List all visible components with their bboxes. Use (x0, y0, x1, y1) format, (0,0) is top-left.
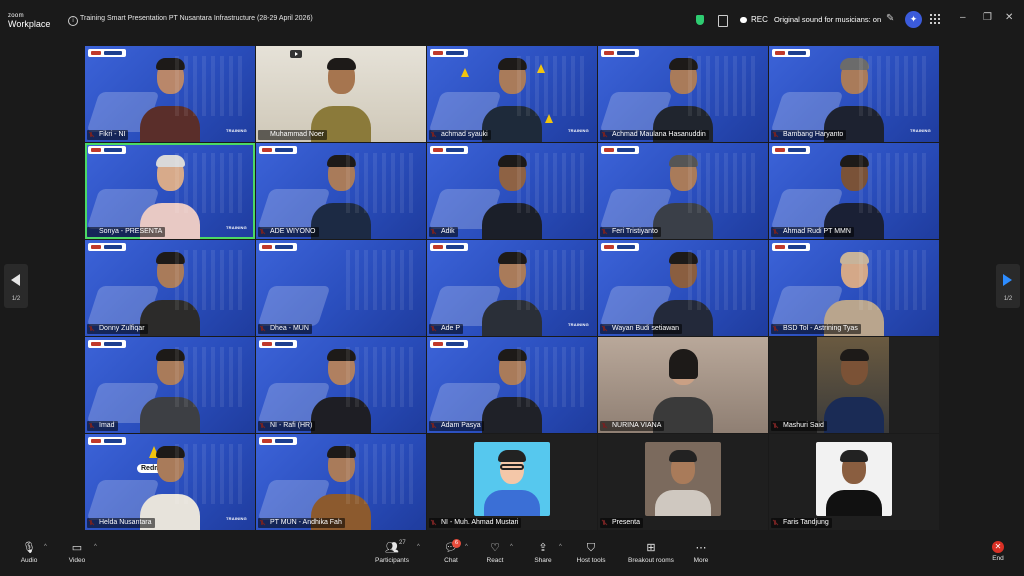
restore-icon[interactable]: ❐ (983, 12, 992, 23)
logo-workplace-text: Workplace (8, 19, 51, 29)
participant-video (140, 151, 200, 239)
ai-companion-icon[interactable]: ✦ (905, 11, 922, 28)
edit-pencil-icon[interactable]: ✎ (886, 13, 894, 24)
nusantara-badge (88, 49, 126, 57)
minimize-icon[interactable]: – (960, 12, 966, 23)
chevron-left-icon (11, 274, 20, 286)
nusantara-badge (601, 49, 639, 57)
cloud-recording-icon (740, 17, 747, 23)
video-label: Video (68, 557, 86, 564)
audio-button[interactable]: 🎙︎ Audio (16, 541, 42, 564)
party-hat-icon (537, 64, 545, 73)
page-indicator-left: 1/2 (11, 296, 21, 302)
security-shield-icon[interactable] (696, 15, 704, 25)
nusantara-badge (88, 437, 126, 445)
close-icon[interactable]: ✕ (1005, 12, 1013, 23)
camera-icon: ▭ (71, 542, 83, 554)
audio-label: Audio (20, 557, 38, 564)
meeting-info-icon[interactable]: i (68, 16, 78, 26)
participant-video (140, 345, 200, 433)
microphone-icon: 🎙︎ (22, 542, 36, 554)
participant-name: Helda Nusantara (87, 518, 155, 528)
participant-name: Fikri - NI (87, 130, 129, 140)
apps-grid-icon[interactable] (930, 14, 940, 24)
prev-page-button[interactable]: 1/2 (4, 264, 28, 308)
video-button[interactable]: ▭ Video (64, 541, 90, 564)
training-watermark: TRAINING (226, 516, 247, 521)
video-play-icon (290, 50, 302, 58)
participant-video (140, 54, 200, 142)
party-hat-icon (545, 114, 553, 123)
nusantara-badge (430, 49, 468, 57)
nusantara-badge (772, 49, 810, 57)
nusantara-badge (88, 243, 126, 251)
original-sound-status[interactable]: Original sound for musicians: on (774, 15, 881, 24)
participant-video (140, 248, 200, 336)
nusantara-badge (88, 146, 126, 154)
party-hat-icon (461, 68, 469, 77)
recording-indicator[interactable]: REC (751, 15, 768, 24)
meeting-title: Training Smart Presentation PT Nusantara… (80, 15, 313, 22)
meeting-summary-icon[interactable] (718, 15, 728, 27)
nusantara-badge (88, 340, 126, 348)
audio-options-caret-icon[interactable]: ^ (44, 544, 47, 550)
video-options-caret-icon[interactable]: ^ (94, 544, 97, 550)
participant-name: Sonya - PRESENTA (87, 227, 166, 237)
title-bar: zoom Workplace i Training Smart Presenta… (0, 0, 1024, 40)
participant-name: Imad (87, 421, 118, 431)
participant-video (140, 442, 200, 530)
zoom-logo: zoom Workplace (8, 13, 50, 29)
participant-name: Donny Zulfiqar (87, 324, 148, 334)
